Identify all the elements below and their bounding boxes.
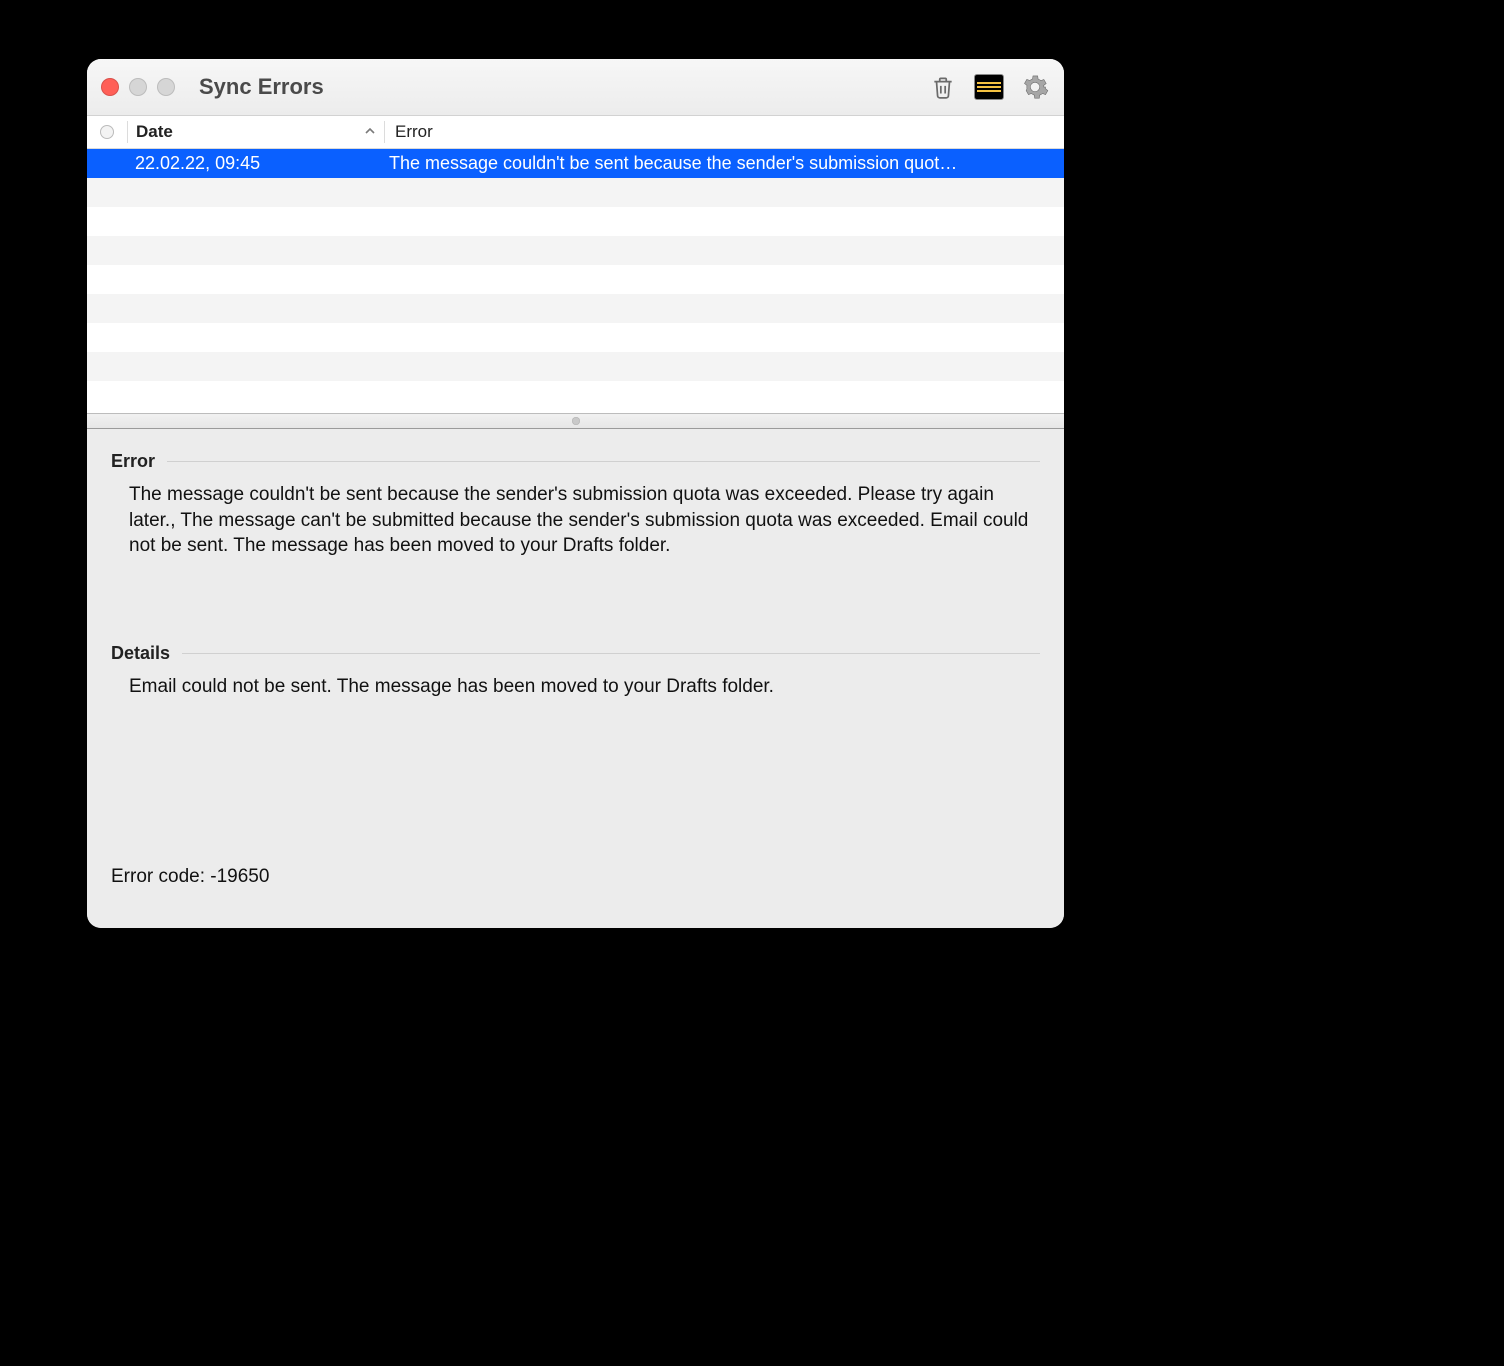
window-title: Sync Errors: [199, 74, 324, 100]
error-code: Error code: -19650: [111, 866, 269, 888]
titlebar: Sync Errors: [87, 59, 1064, 116]
error-section-header: Error: [111, 451, 1040, 472]
table-row[interactable]: [87, 265, 1064, 294]
toolbar: [928, 72, 1050, 102]
table-row[interactable]: [87, 178, 1064, 207]
details-section-body: Email could not be sent. The message has…: [111, 674, 1040, 700]
trash-icon: [930, 73, 956, 101]
sort-ascending-icon: [364, 125, 376, 140]
table-row[interactable]: [87, 294, 1064, 323]
table-row[interactable]: [87, 207, 1064, 236]
delete-button[interactable]: [928, 72, 958, 102]
sync-errors-window: Sync Errors: [87, 59, 1064, 928]
status-dot-icon: [100, 125, 114, 139]
error-section-label: Error: [111, 451, 155, 472]
table-row[interactable]: [87, 352, 1064, 381]
pane-splitter[interactable]: [87, 413, 1064, 429]
table-header: Date Error: [87, 116, 1064, 149]
zoom-window-button[interactable]: [157, 78, 175, 96]
traffic-lights: [101, 78, 175, 96]
table-row[interactable]: [87, 323, 1064, 352]
table-row[interactable]: [87, 236, 1064, 265]
table-row[interactable]: [87, 381, 1064, 410]
error-section-body: The message couldn't be sent because the…: [111, 482, 1040, 559]
settings-button[interactable]: [1020, 72, 1050, 102]
details-section-label: Details: [111, 643, 170, 664]
close-window-button[interactable]: [101, 78, 119, 96]
row-error: The message couldn't be sent because the…: [383, 153, 1064, 174]
warnings-button[interactable]: [974, 72, 1004, 102]
grip-icon: [572, 417, 580, 425]
details-pane: Error The message couldn't be sent becau…: [87, 429, 1064, 928]
error-column-label: Error: [395, 122, 433, 141]
gear-icon: [1021, 73, 1049, 101]
date-column-header[interactable]: Date: [128, 122, 384, 142]
error-table: 22.02.22, 09:45 The message couldn't be …: [87, 149, 1064, 413]
minimize-window-button[interactable]: [129, 78, 147, 96]
row-date: 22.02.22, 09:45: [127, 153, 383, 174]
warning-icon: [974, 74, 1004, 100]
status-column-header[interactable]: [87, 125, 127, 139]
date-column-label: Date: [136, 122, 173, 142]
error-column-header[interactable]: Error: [385, 122, 1064, 142]
table-row[interactable]: 22.02.22, 09:45 The message couldn't be …: [87, 149, 1064, 178]
details-section-header: Details: [111, 643, 1040, 664]
